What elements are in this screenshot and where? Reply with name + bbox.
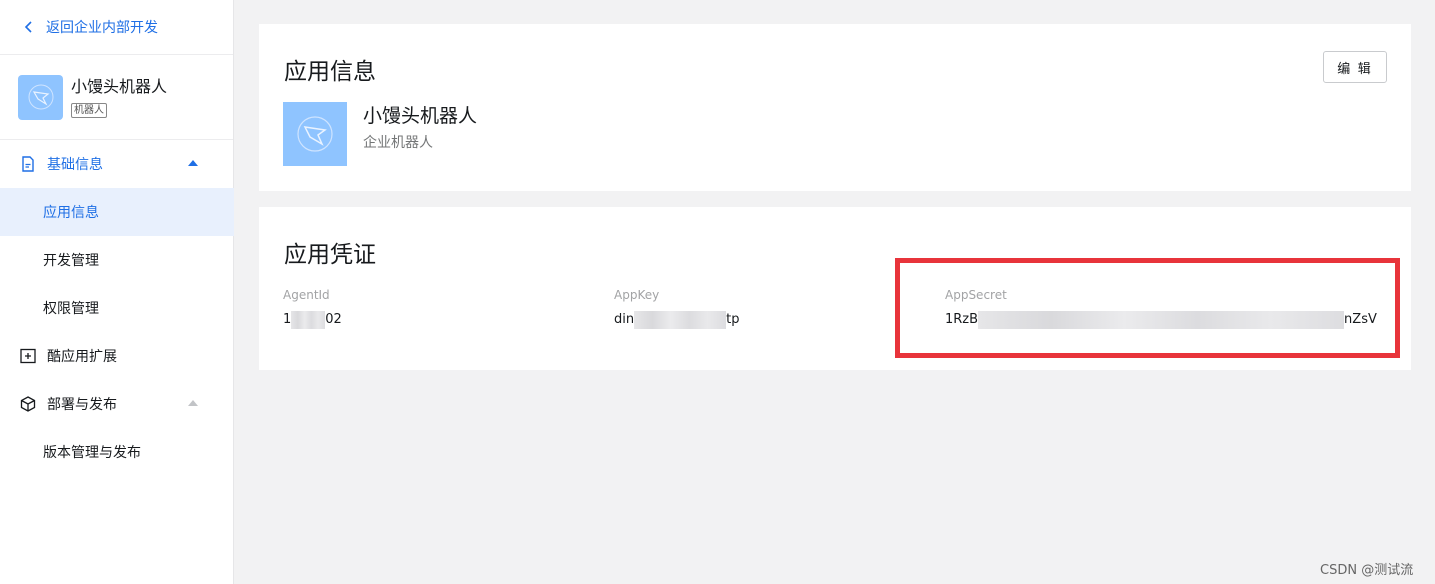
dingtalk-bird-icon xyxy=(297,116,333,152)
plus-box-icon xyxy=(20,348,36,364)
app-key-prefix: din xyxy=(614,312,635,327)
app-key-label: AppKey xyxy=(614,288,660,302)
agent-id-label: AgentId xyxy=(283,288,330,302)
caret-up-icon xyxy=(188,400,198,406)
app-tag: 机器人 xyxy=(71,103,107,118)
nav-group-cool-app[interactable]: 酷应用扩展 xyxy=(0,332,234,380)
app-name: 小馒头机器人 xyxy=(363,105,478,127)
document-icon xyxy=(20,156,36,172)
app-info-title: 应用信息 xyxy=(284,59,376,85)
app-logo xyxy=(18,74,63,120)
redaction-mask xyxy=(634,311,727,329)
highlight-box xyxy=(895,258,1400,358)
app-key-field: AppKey din tp xyxy=(614,287,739,329)
nav-item-version-release[interactable]: 版本管理与发布 xyxy=(0,428,234,476)
app-key-value[interactable]: din tp xyxy=(614,311,739,329)
app-logo-large xyxy=(283,102,347,166)
app-key-suffix: tp xyxy=(726,312,740,327)
agent-id-field: AgentId 1 02 xyxy=(283,287,342,329)
chevron-left-icon xyxy=(24,21,32,33)
nav-item-dev-management[interactable]: 开发管理 xyxy=(0,236,234,284)
nav-group-label: 部署与发布 xyxy=(47,397,117,413)
credentials-title: 应用凭证 xyxy=(284,242,376,268)
nav-group-label: 酷应用扩展 xyxy=(47,349,117,365)
cube-icon xyxy=(20,396,36,412)
agent-id-suffix: 02 xyxy=(325,312,342,327)
edit-button[interactable]: 编 辑 xyxy=(1323,51,1387,83)
nav-group-basic-info[interactable]: 基础信息 xyxy=(0,140,234,188)
back-link[interactable]: 返回企业内部开发 xyxy=(0,0,233,55)
nav-item-app-info[interactable]: 应用信息 xyxy=(0,188,234,236)
app-info-card: 应用信息 编 辑 小馒头机器人 企业机器人 xyxy=(259,24,1411,191)
agent-id-value[interactable]: 1 02 xyxy=(283,311,342,329)
sidebar-nav: 基础信息 应用信息 开发管理 权限管理 酷应用扩展 部署与发布 版本管理与发布 xyxy=(0,140,234,476)
watermark: CSDN @测试流 xyxy=(1320,563,1414,578)
nav-group-deploy[interactable]: 部署与发布 xyxy=(0,380,234,428)
dingtalk-bird-icon xyxy=(28,84,53,110)
app-card: 小馒头机器人 机器人 xyxy=(0,55,233,140)
sidebar: 返回企业内部开发 小馒头机器人 机器人 基础信息 应用信息 开发管理 权限管理 … xyxy=(0,0,234,584)
nav-item-permission-management[interactable]: 权限管理 xyxy=(0,284,234,332)
back-link-label: 返回企业内部开发 xyxy=(46,20,158,36)
caret-up-icon xyxy=(188,160,198,166)
app-name: 小馒头机器人 xyxy=(71,77,168,96)
nav-group-label: 基础信息 xyxy=(47,157,103,173)
agent-id-prefix: 1 xyxy=(283,312,292,327)
redaction-mask xyxy=(291,311,326,329)
app-type: 企业机器人 xyxy=(363,135,433,151)
